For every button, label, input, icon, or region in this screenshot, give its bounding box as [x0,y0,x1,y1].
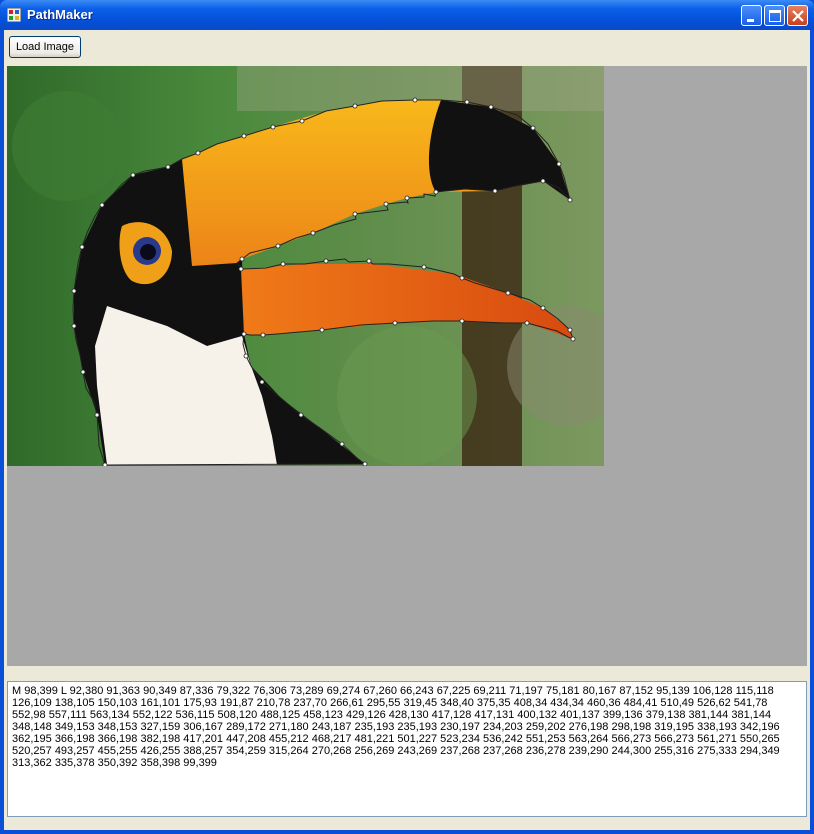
title-bar[interactable]: PathMaker [0,0,814,30]
app-window: PathMaker Load Image M 98,399 L 92,380 9… [0,0,814,834]
minimize-icon [747,19,754,22]
maximize-button[interactable] [764,5,785,26]
path-output-textbox[interactable]: M 98,399 L 92,380 91,363 90,349 87,336 7… [7,681,807,817]
maximize-icon [769,10,781,22]
load-image-button[interactable]: Load Image [9,36,81,58]
window-title: PathMaker [27,7,93,22]
toucan-image[interactable] [7,66,604,466]
image-canvas[interactable] [7,66,807,666]
client-area: Load Image M 98,399 L 92,380 91,363 90,3… [4,30,810,830]
close-icon [792,10,804,22]
minimize-button[interactable] [741,5,762,26]
close-button[interactable] [787,5,808,26]
app-icon[interactable] [6,7,22,23]
